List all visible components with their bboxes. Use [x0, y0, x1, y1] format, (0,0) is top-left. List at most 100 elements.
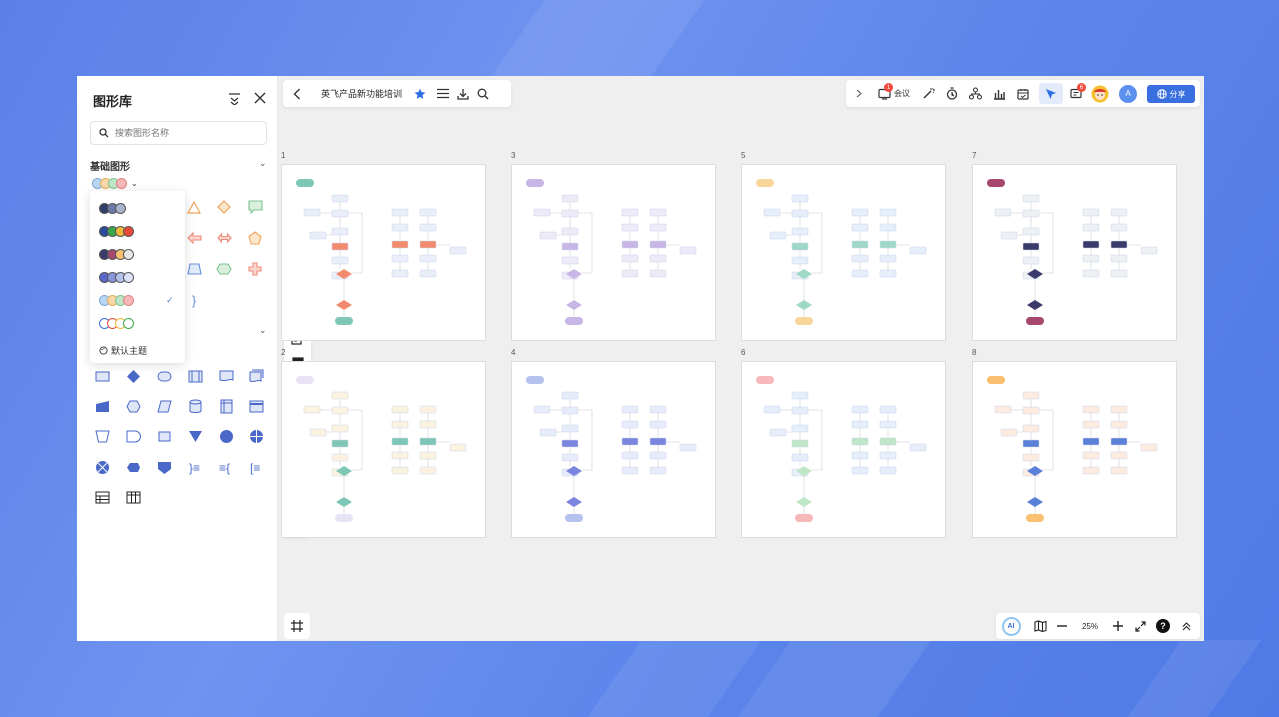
ai-assistant-button[interactable]: AI	[1000, 616, 1022, 636]
flowchart-page-8[interactable]	[972, 361, 1177, 538]
calendar-check-icon[interactable]	[1013, 83, 1033, 104]
double-arrow-shape[interactable]	[216, 230, 232, 246]
preparation-shape[interactable]	[125, 398, 141, 414]
chevron-down-icon: ⌄	[131, 179, 138, 188]
page-label: 4	[511, 348, 516, 357]
minimap-icon[interactable]	[1030, 616, 1050, 636]
chart-icon[interactable]	[989, 83, 1009, 104]
user-avatar[interactable]	[1090, 83, 1110, 104]
database-shape[interactable]	[187, 398, 203, 414]
zoom-in-icon[interactable]	[1109, 616, 1127, 636]
annotation-right-shape[interactable]: }≡	[187, 459, 203, 475]
search-field[interactable]	[90, 121, 267, 145]
comments-icon[interactable]: 6	[1066, 83, 1086, 104]
stored-data-shape[interactable]	[156, 428, 172, 444]
merge-shape[interactable]	[187, 428, 203, 444]
theme-option-6[interactable]	[99, 316, 134, 330]
collaboration-toolbar: 1 会议 6 A 分享	[846, 80, 1200, 107]
flowchart-page-6[interactable]	[741, 361, 946, 538]
collapse-icon[interactable]	[224, 88, 244, 108]
flowchart-page-7[interactable]	[972, 164, 1177, 341]
star-icon[interactable]	[410, 84, 430, 104]
multi-document-shape[interactable]	[248, 368, 264, 384]
display-shape[interactable]	[125, 459, 141, 475]
manual-operation-shape[interactable]	[94, 428, 110, 444]
palette-icon	[99, 346, 108, 355]
close-icon[interactable]	[250, 88, 270, 108]
speech-bubble-shape[interactable]	[247, 199, 263, 215]
page-label: 2	[281, 348, 286, 357]
connector-shape[interactable]	[218, 428, 234, 444]
svg-text:}≡: }≡	[189, 461, 200, 475]
back-icon[interactable]	[287, 84, 307, 104]
comments-badge: 6	[1077, 83, 1086, 92]
theme-option-4[interactable]	[99, 270, 134, 284]
right-brace-shape[interactable]: }	[186, 292, 202, 308]
terminator-shape[interactable]	[156, 368, 172, 384]
meeting-button[interactable]: 1 会议	[874, 83, 914, 104]
pentagon-shape[interactable]	[247, 230, 263, 246]
svg-text:[≡: [≡	[250, 461, 260, 475]
share-button[interactable]: 分享	[1147, 85, 1195, 103]
chevron-down-icon[interactable]: ⌄	[259, 158, 267, 169]
collapse-up-icon[interactable]	[1176, 616, 1196, 636]
table-a-shape[interactable]	[94, 489, 110, 505]
left-arrow-shape[interactable]	[186, 230, 202, 246]
predefined-process-shape[interactable]	[187, 368, 203, 384]
org-chart-icon[interactable]	[965, 83, 985, 104]
internal-storage-shape[interactable]	[218, 398, 234, 414]
page-label: 3	[511, 151, 516, 160]
summing-junction-shape[interactable]	[94, 459, 110, 475]
chevron-right-icon[interactable]	[850, 83, 868, 104]
theme-selector[interactable]: ⌄	[92, 178, 138, 189]
flowchart-page-1[interactable]	[281, 164, 486, 341]
flowchart-page-3[interactable]	[511, 164, 716, 341]
help-icon[interactable]: ?	[1153, 616, 1173, 636]
trapezoid-shape[interactable]	[186, 261, 202, 277]
theme-popup: ✓ 默认主题	[90, 191, 185, 363]
magic-wand-icon[interactable]	[918, 83, 938, 104]
download-icon[interactable]	[453, 84, 473, 104]
document-title[interactable]: 英飞产品新功能培训	[321, 87, 402, 100]
search-icon[interactable]	[473, 84, 493, 104]
decision-shape[interactable]	[125, 368, 141, 384]
bracket-shape[interactable]: [≡	[248, 459, 264, 475]
library-title: 图形库	[93, 94, 133, 109]
frame-list-icon[interactable]	[284, 613, 310, 639]
theme-option-2[interactable]	[99, 224, 134, 238]
fit-screen-icon[interactable]	[1130, 616, 1150, 636]
table-b-shape[interactable]	[125, 489, 141, 505]
off-page-shape[interactable]	[156, 459, 172, 475]
triangle-shape[interactable]	[186, 199, 202, 215]
card-shape[interactable]	[248, 398, 264, 414]
hexagon-shape[interactable]	[216, 261, 232, 277]
theme-option-5-selected[interactable]	[99, 293, 134, 307]
theme-option-1[interactable]	[99, 201, 126, 215]
user-avatar-a[interactable]: A	[1118, 83, 1138, 104]
zoom-level[interactable]: 25%	[1075, 616, 1105, 636]
flowchart-page-2[interactable]	[281, 361, 486, 538]
flowchart-page-4[interactable]	[511, 361, 716, 538]
annotation-left-shape[interactable]: ≡{	[218, 459, 234, 475]
data-shape[interactable]	[156, 398, 172, 414]
search-icon	[99, 128, 109, 138]
meeting-label: 会议	[894, 89, 910, 98]
or-shape[interactable]	[248, 428, 264, 444]
delay-shape[interactable]	[125, 428, 141, 444]
cross-shape[interactable]	[247, 261, 263, 277]
manual-input-shape[interactable]	[94, 398, 110, 414]
zoom-out-icon[interactable]	[1053, 616, 1071, 636]
meeting-badge: 1	[884, 83, 893, 92]
flowchart-page-5[interactable]	[741, 164, 946, 341]
theme-option-3[interactable]	[99, 247, 134, 261]
follow-cursor-icon[interactable]	[1039, 83, 1063, 104]
document-shape[interactable]	[218, 368, 234, 384]
menu-icon[interactable]	[433, 84, 453, 104]
svg-text:≡{: ≡{	[219, 461, 230, 475]
chevron-down-icon[interactable]: ⌄	[259, 325, 267, 336]
search-input[interactable]	[115, 128, 255, 138]
timer-icon[interactable]	[942, 83, 962, 104]
default-theme-button[interactable]: 默认主题	[99, 344, 147, 357]
diamond-shape[interactable]	[216, 199, 232, 215]
process-shape[interactable]	[94, 368, 110, 384]
